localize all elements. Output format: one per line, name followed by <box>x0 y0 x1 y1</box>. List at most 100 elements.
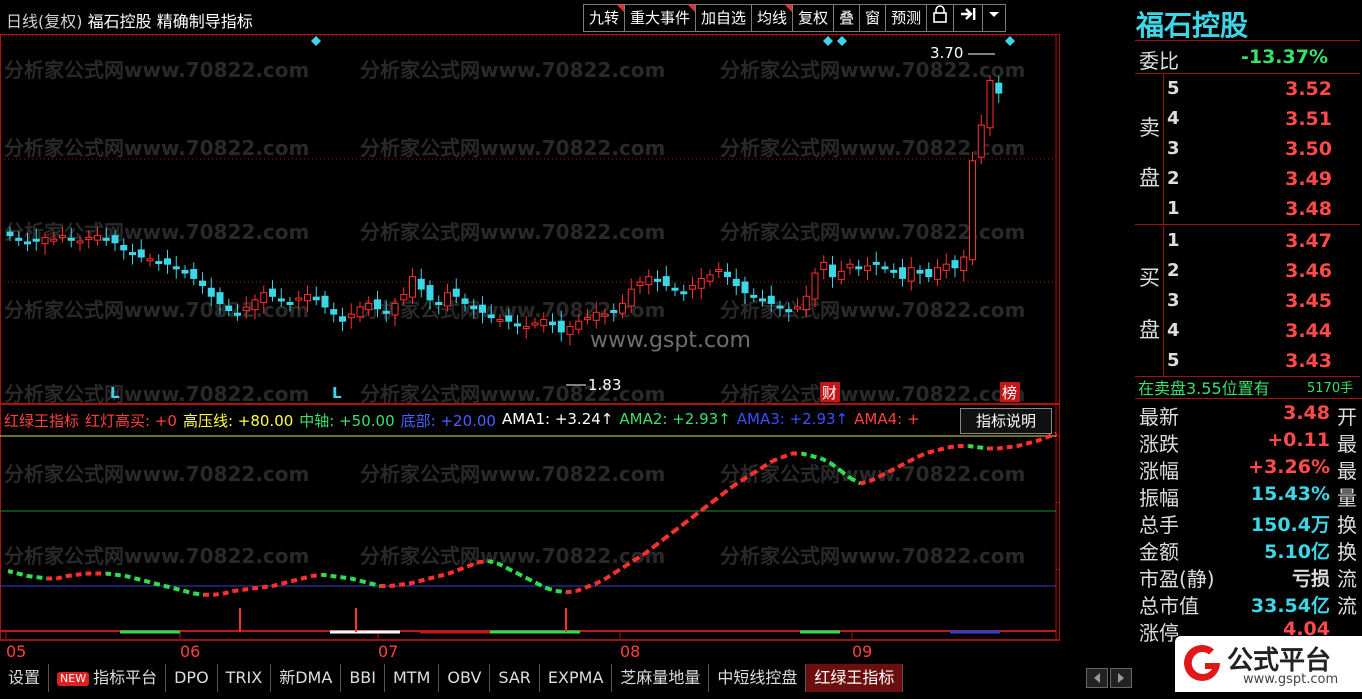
candle-body <box>741 281 749 294</box>
buy-level-row[interactable]: 4 3.44 <box>1135 316 1362 346</box>
indicator-segment <box>839 469 853 481</box>
major-events-button[interactable]: 重大事件 <box>624 4 697 32</box>
candle-body <box>986 80 994 129</box>
buy-level-row[interactable]: 2 3.46 <box>1135 256 1362 286</box>
buy-level: 1 <box>1167 230 1180 251</box>
candle-body <box>811 272 819 300</box>
tab-8[interactable]: SAR <box>490 664 540 692</box>
candle-body <box>820 261 828 271</box>
quote-label: 最新 <box>1139 405 1179 429</box>
candle-body <box>199 280 206 287</box>
tab-3[interactable]: TRIX <box>218 664 272 692</box>
sell-level-row[interactable]: 3 3.50 <box>1135 134 1362 164</box>
indicator-segment <box>702 499 715 511</box>
indicator-segment <box>134 576 146 583</box>
tab-7[interactable]: OBV <box>439 664 491 692</box>
tab-1[interactable]: NEW 指标平台 <box>49 664 167 692</box>
quote-panel: 委比 -13.37% 卖 盘 5 3.52 4 3.51 3 3.50 2 3.49 1 3.48… <box>1135 40 1362 699</box>
indicator-segment <box>997 445 1008 451</box>
adjust-button[interactable]: 复权 <box>792 4 835 32</box>
tab-5[interactable]: BBI <box>341 664 385 692</box>
indicator-segment <box>556 589 567 595</box>
indicator-segment <box>682 514 696 526</box>
indicator-segment <box>653 536 666 548</box>
indicator-segment <box>438 571 450 578</box>
candle-body <box>321 295 329 308</box>
tab-6[interactable]: MTM <box>385 664 440 692</box>
candle-body <box>549 321 556 326</box>
candle-body <box>374 299 381 310</box>
candle-body <box>829 264 836 278</box>
indicator-segment <box>566 589 577 595</box>
forecast-button[interactable]: 预测 <box>885 4 928 32</box>
candle-body <box>916 269 924 274</box>
indicator-segment <box>1007 444 1018 450</box>
indicator-segment <box>233 587 244 593</box>
indicator-segment <box>340 575 352 581</box>
indicator-help-button[interactable]: 指标说明 <box>960 408 1052 434</box>
candle-body <box>444 292 451 307</box>
indicator-segment <box>575 585 587 593</box>
candle-body <box>269 288 276 297</box>
scroll-left-button[interactable] <box>1086 668 1108 688</box>
indicator-segment <box>977 445 989 451</box>
indicator-segment <box>908 454 921 463</box>
indicator-segment <box>595 576 607 586</box>
chart-title: 日线(复权) 福石控股 精确制导指标 <box>6 8 253 32</box>
quote-side-label: 量 <box>1337 486 1357 510</box>
candle-body <box>85 236 93 240</box>
candle-body <box>137 249 145 258</box>
event-diamond-icon[interactable] <box>823 36 833 46</box>
candle-body <box>934 267 941 280</box>
buy-level-row[interactable]: 5 3.43 <box>1135 346 1362 376</box>
quote-value: +3.26% <box>1248 456 1330 478</box>
indicator-chart[interactable]: +80.00+53.33+26.67 <box>0 404 1060 640</box>
tab-4[interactable]: 新DMA <box>271 664 342 692</box>
lock-icon[interactable] <box>926 4 955 32</box>
candle-body <box>776 305 784 309</box>
tab-12[interactable]: 红绿王指标 <box>806 664 904 692</box>
buy-level-row[interactable]: 3 3.45 <box>1135 286 1362 316</box>
candlestick-chart[interactable]: 3.803.112.42 3.701.83LL财榜 <box>0 34 1060 404</box>
indicator-segment <box>497 561 509 571</box>
candle-body <box>662 276 670 287</box>
candle-body <box>172 266 180 270</box>
moving-average-button[interactable]: 均线 <box>751 4 794 32</box>
period-label[interactable]: 日线(复权) <box>6 12 83 31</box>
sell-level-row[interactable]: 2 3.49 <box>1135 164 1362 194</box>
candle-body <box>846 263 854 269</box>
sell-level-row[interactable]: 1 3.48 <box>1135 194 1362 224</box>
candle-body <box>750 294 758 298</box>
candle-body <box>872 261 880 265</box>
indicator-segment <box>487 559 499 566</box>
candle-body <box>977 124 985 158</box>
legend-item: AMA1: +3.24↑ <box>501 410 614 428</box>
candle-body <box>190 269 198 279</box>
candle-body <box>802 295 810 311</box>
sell-level-row[interactable]: 5 3.52 <box>1135 74 1362 104</box>
tab-10[interactable]: 芝麻量地量 <box>612 664 710 692</box>
tab-9[interactable]: EXPMA <box>540 664 613 692</box>
add-watchlist-button[interactable]: 加自选 <box>695 4 753 32</box>
event-diamond-icon[interactable] <box>311 36 321 46</box>
tab-2[interactable]: DPO <box>166 664 218 692</box>
exit-icon[interactable] <box>953 4 984 32</box>
indicator-segment <box>771 455 783 463</box>
buy-level-row[interactable]: 1 3.47 <box>1135 226 1362 256</box>
overlay-button[interactable]: 叠 <box>833 4 861 32</box>
tab-0[interactable]: 设置 <box>0 664 50 692</box>
indicator-segment <box>17 571 29 578</box>
jiuzhuan-button[interactable]: 九转 <box>583 4 626 32</box>
candle-body <box>584 317 591 321</box>
logo-icon <box>1184 644 1220 681</box>
sell-level-row[interactable]: 4 3.51 <box>1135 104 1362 134</box>
chevron-down-icon[interactable] <box>982 4 1007 32</box>
event-diamond-icon[interactable] <box>837 36 847 46</box>
indicator-segment <box>741 471 754 482</box>
tab-label: 设置 <box>8 668 41 687</box>
window-button[interactable]: 窗 <box>859 4 887 32</box>
indicator-segment <box>849 476 862 486</box>
tab-11[interactable]: 中短线控盘 <box>709 664 807 692</box>
event-diamond-icon[interactable] <box>1005 36 1015 46</box>
scroll-right-button[interactable] <box>1110 668 1132 688</box>
